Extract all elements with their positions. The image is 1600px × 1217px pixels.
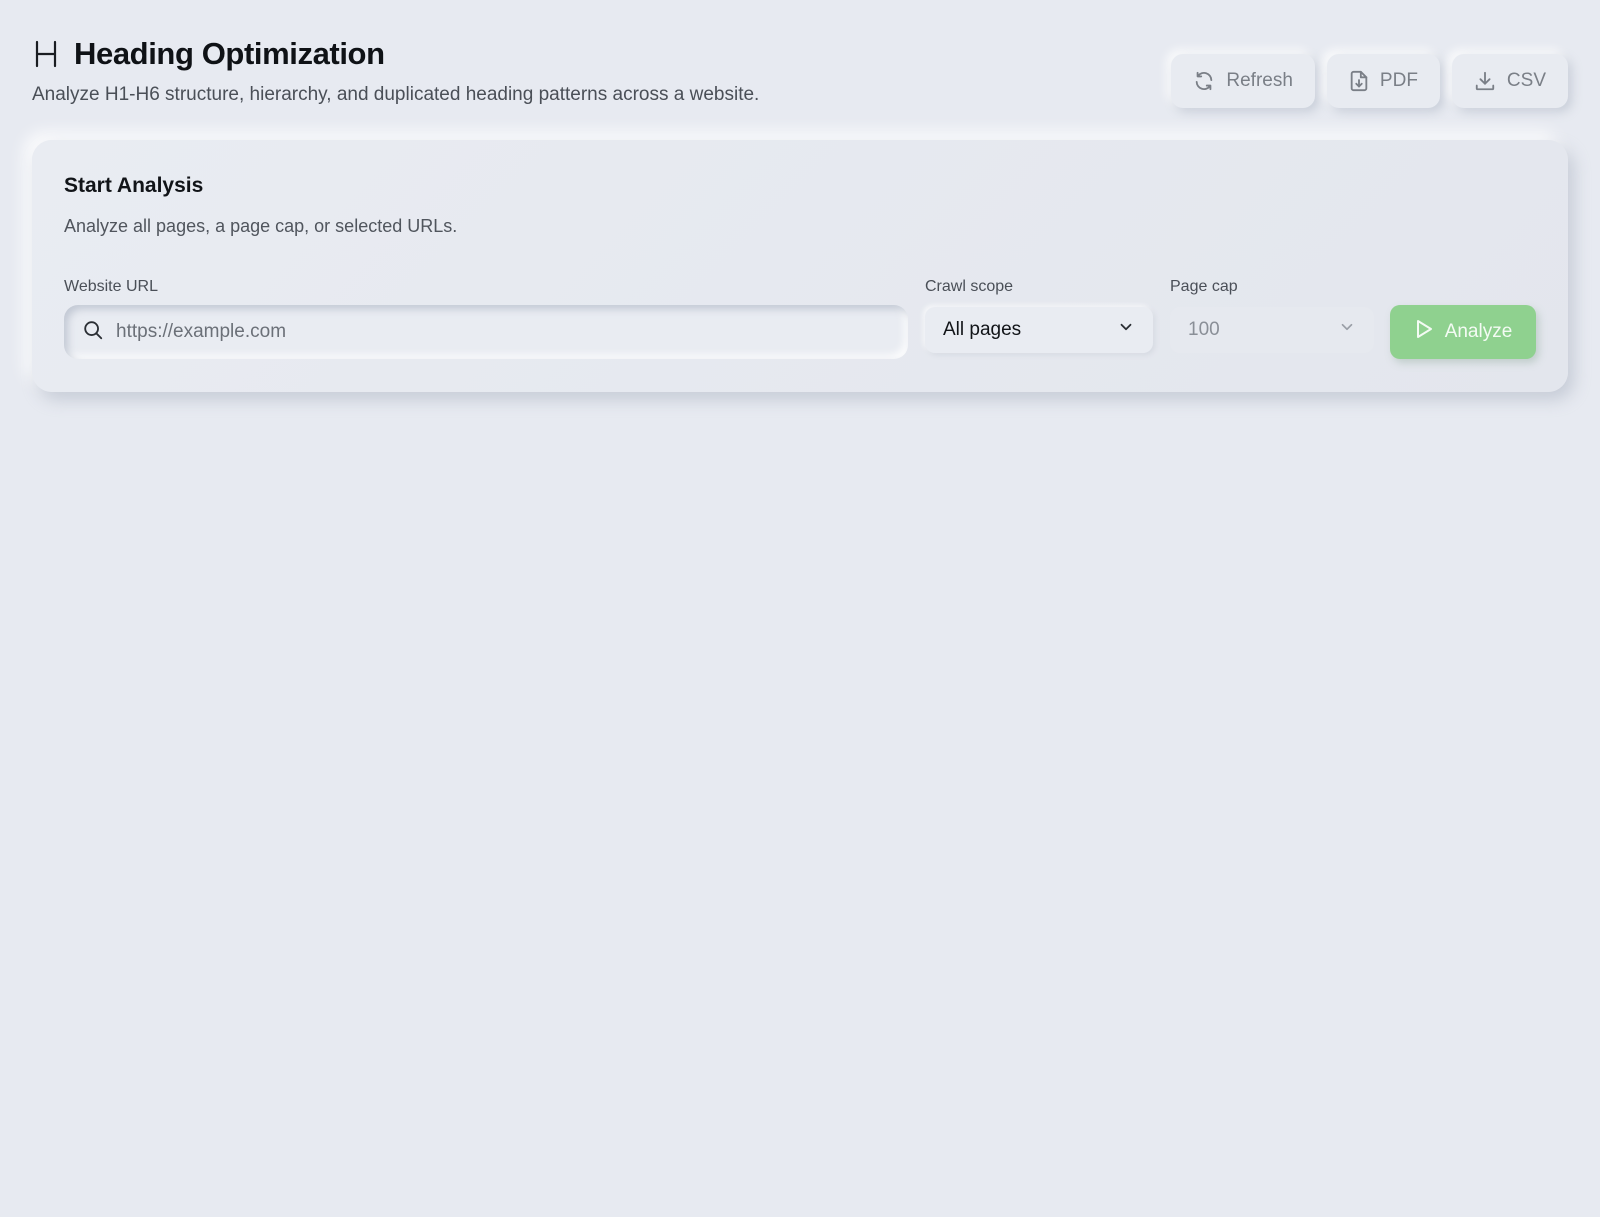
title-row: Heading Optimization [32,36,759,72]
search-icon [82,319,104,346]
page-cap-label: Page cap [1170,278,1238,295]
refresh-button[interactable]: Refresh [1171,54,1315,108]
csv-label: CSV [1506,70,1546,91]
website-url-input[interactable]: https://example.com [64,305,908,359]
chevron-down-icon [1117,318,1135,342]
start-analysis-card: Start Analysis Analyze all pages, a page… [32,140,1568,392]
page-title: Heading Optimization [74,36,385,71]
heading-h-icon [32,40,60,68]
page-header: Heading Optimization Analyze H1-H6 struc… [32,36,759,106]
analyze-label: Analyze [1444,321,1513,342]
page-cap-value: 100 [1188,319,1220,340]
file-download-icon [1349,70,1369,92]
page-cap-select[interactable]: 100 [1170,307,1374,353]
crawl-scope-label: Crawl scope [925,278,1014,295]
toolbar: Refresh PDF CSV [1171,54,1568,108]
pdf-label: PDF [1379,70,1418,91]
pdf-button[interactable]: PDF [1326,54,1440,108]
crawl-scope-select[interactable]: All pages [925,307,1153,353]
card-title: Start Analysis [64,174,204,197]
page-subtitle: Analyze H1-H6 structure, hierarchy, and … [32,84,760,105]
analyze-button[interactable]: Analyze [1390,305,1536,359]
card-subtitle: Analyze all pages, a page cap, or select… [64,216,458,236]
refresh-icon [1193,70,1215,92]
url-placeholder: https://example.com [116,321,287,342]
csv-button[interactable]: CSV [1451,54,1568,108]
crawl-scope-value: All pages [943,319,1022,340]
refresh-label: Refresh [1226,70,1293,91]
download-icon [1474,70,1496,92]
play-icon [1414,318,1434,346]
website-url-label: Website URL [64,278,158,295]
chevron-down-icon [1338,318,1356,342]
